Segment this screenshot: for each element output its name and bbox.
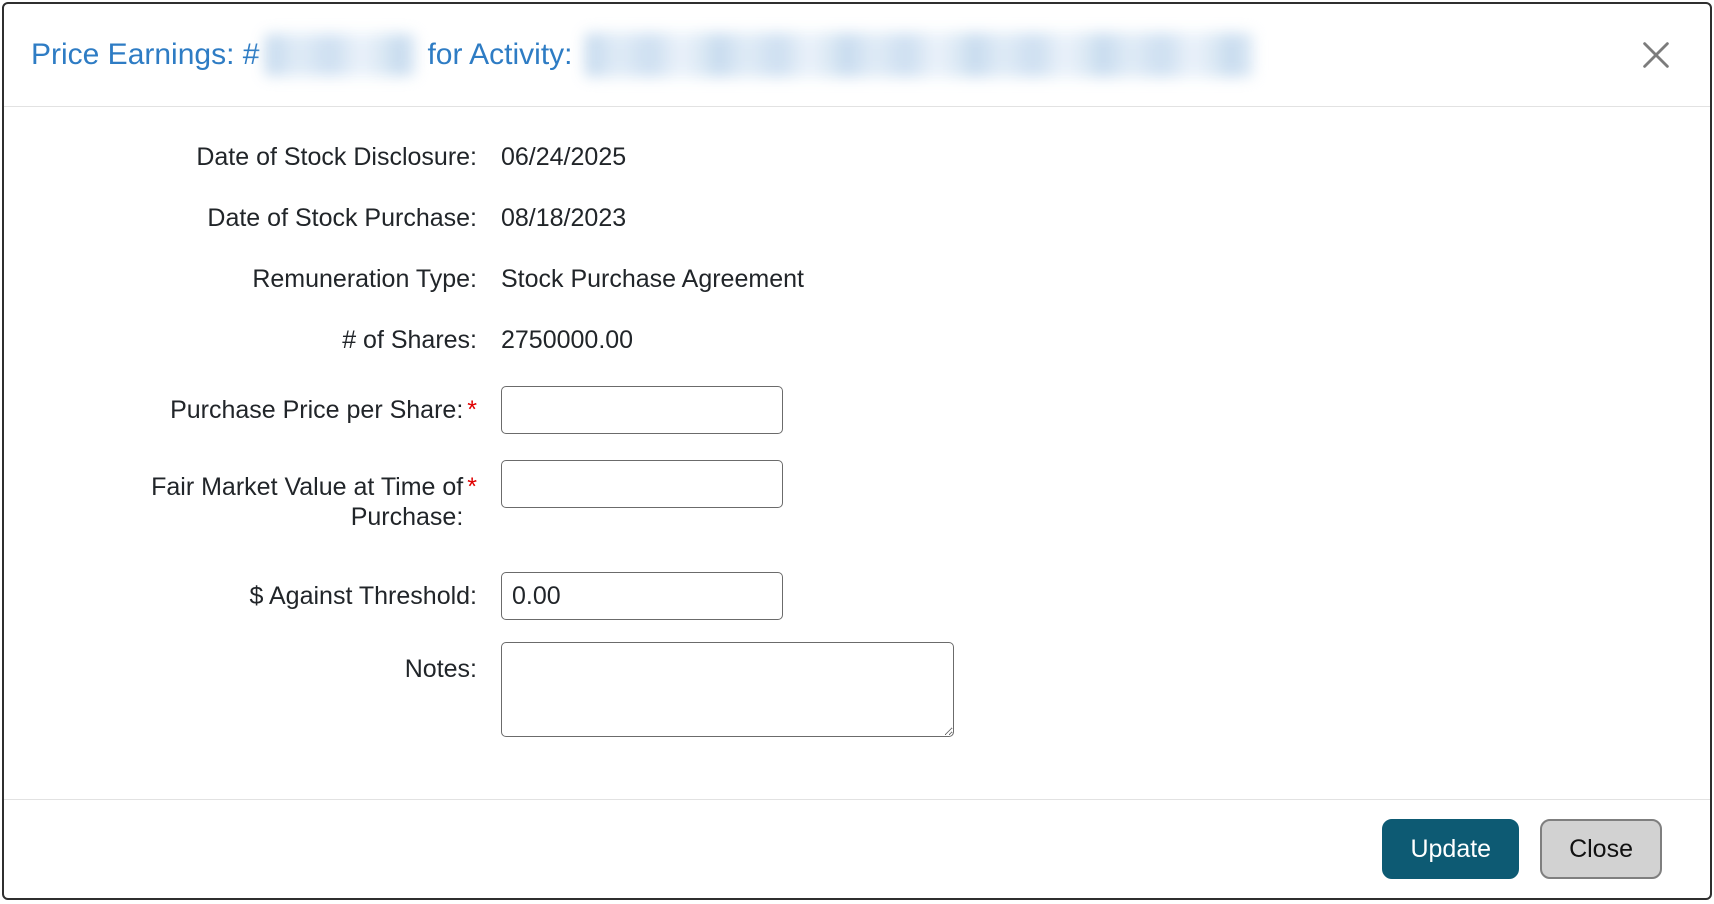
notes-textarea[interactable] xyxy=(501,642,954,737)
field-value: Stock Purchase Agreement xyxy=(501,265,804,293)
purchase-price-label: Purchase Price per Share: xyxy=(170,396,463,424)
field-value: 06/24/2025 xyxy=(501,143,626,171)
close-button[interactable]: Close xyxy=(1540,819,1662,879)
field-label: Remuneration Type: xyxy=(4,264,477,294)
fair-market-value-label: Fair Market Value at Time of Purchase: xyxy=(123,472,463,532)
against-threshold-label: $ Against Threshold: xyxy=(250,582,477,610)
title-connector: for Activity: xyxy=(427,37,572,73)
field-label: Date of Stock Purchase: xyxy=(4,203,477,233)
dialog-footer: Update Close xyxy=(4,799,1710,898)
field-value: 08/18/2023 xyxy=(501,204,626,232)
field-row-date-of-stock-disclosure: Date of Stock Disclosure: 06/24/2025 xyxy=(4,142,1710,172)
fair-market-value-input[interactable] xyxy=(501,460,783,508)
field-row-number-of-shares: # of Shares: 2750000.00 xyxy=(4,325,1710,355)
dialog-title: Price Earnings: # for Activity: xyxy=(31,33,1614,77)
title-prefix: Price Earnings: # xyxy=(31,37,259,73)
field-row-notes: Notes: xyxy=(4,642,1710,744)
field-row-remuneration-type: Remuneration Type: Stock Purchase Agreem… xyxy=(4,264,1710,294)
notes-label: Notes: xyxy=(405,655,477,683)
field-row-date-of-stock-purchase: Date of Stock Purchase: 08/18/2023 xyxy=(4,203,1710,233)
field-label: # of Shares: xyxy=(4,325,477,355)
dialog-body: Date of Stock Disclosure: 06/24/2025 Dat… xyxy=(4,107,1710,799)
redacted-record-id xyxy=(265,34,415,76)
redacted-activity-name xyxy=(585,33,1253,77)
field-row-against-threshold: $ Against Threshold: xyxy=(4,572,1710,620)
against-threshold-input[interactable] xyxy=(501,572,783,620)
dialog-header: Price Earnings: # for Activity: xyxy=(4,4,1710,107)
field-value: 2750000.00 xyxy=(501,326,633,354)
close-icon[interactable] xyxy=(1634,33,1678,77)
price-earnings-dialog: Price Earnings: # for Activity: Date of … xyxy=(2,2,1712,900)
update-button[interactable]: Update xyxy=(1382,819,1519,879)
field-label: Date of Stock Disclosure: xyxy=(4,142,477,172)
field-row-fair-market-value: Fair Market Value at Time of Purchase:* xyxy=(4,460,1710,532)
required-asterisk: * xyxy=(467,473,477,501)
purchase-price-input[interactable] xyxy=(501,386,783,434)
field-row-purchase-price: Purchase Price per Share:* xyxy=(4,386,1710,434)
required-asterisk: * xyxy=(467,396,477,424)
